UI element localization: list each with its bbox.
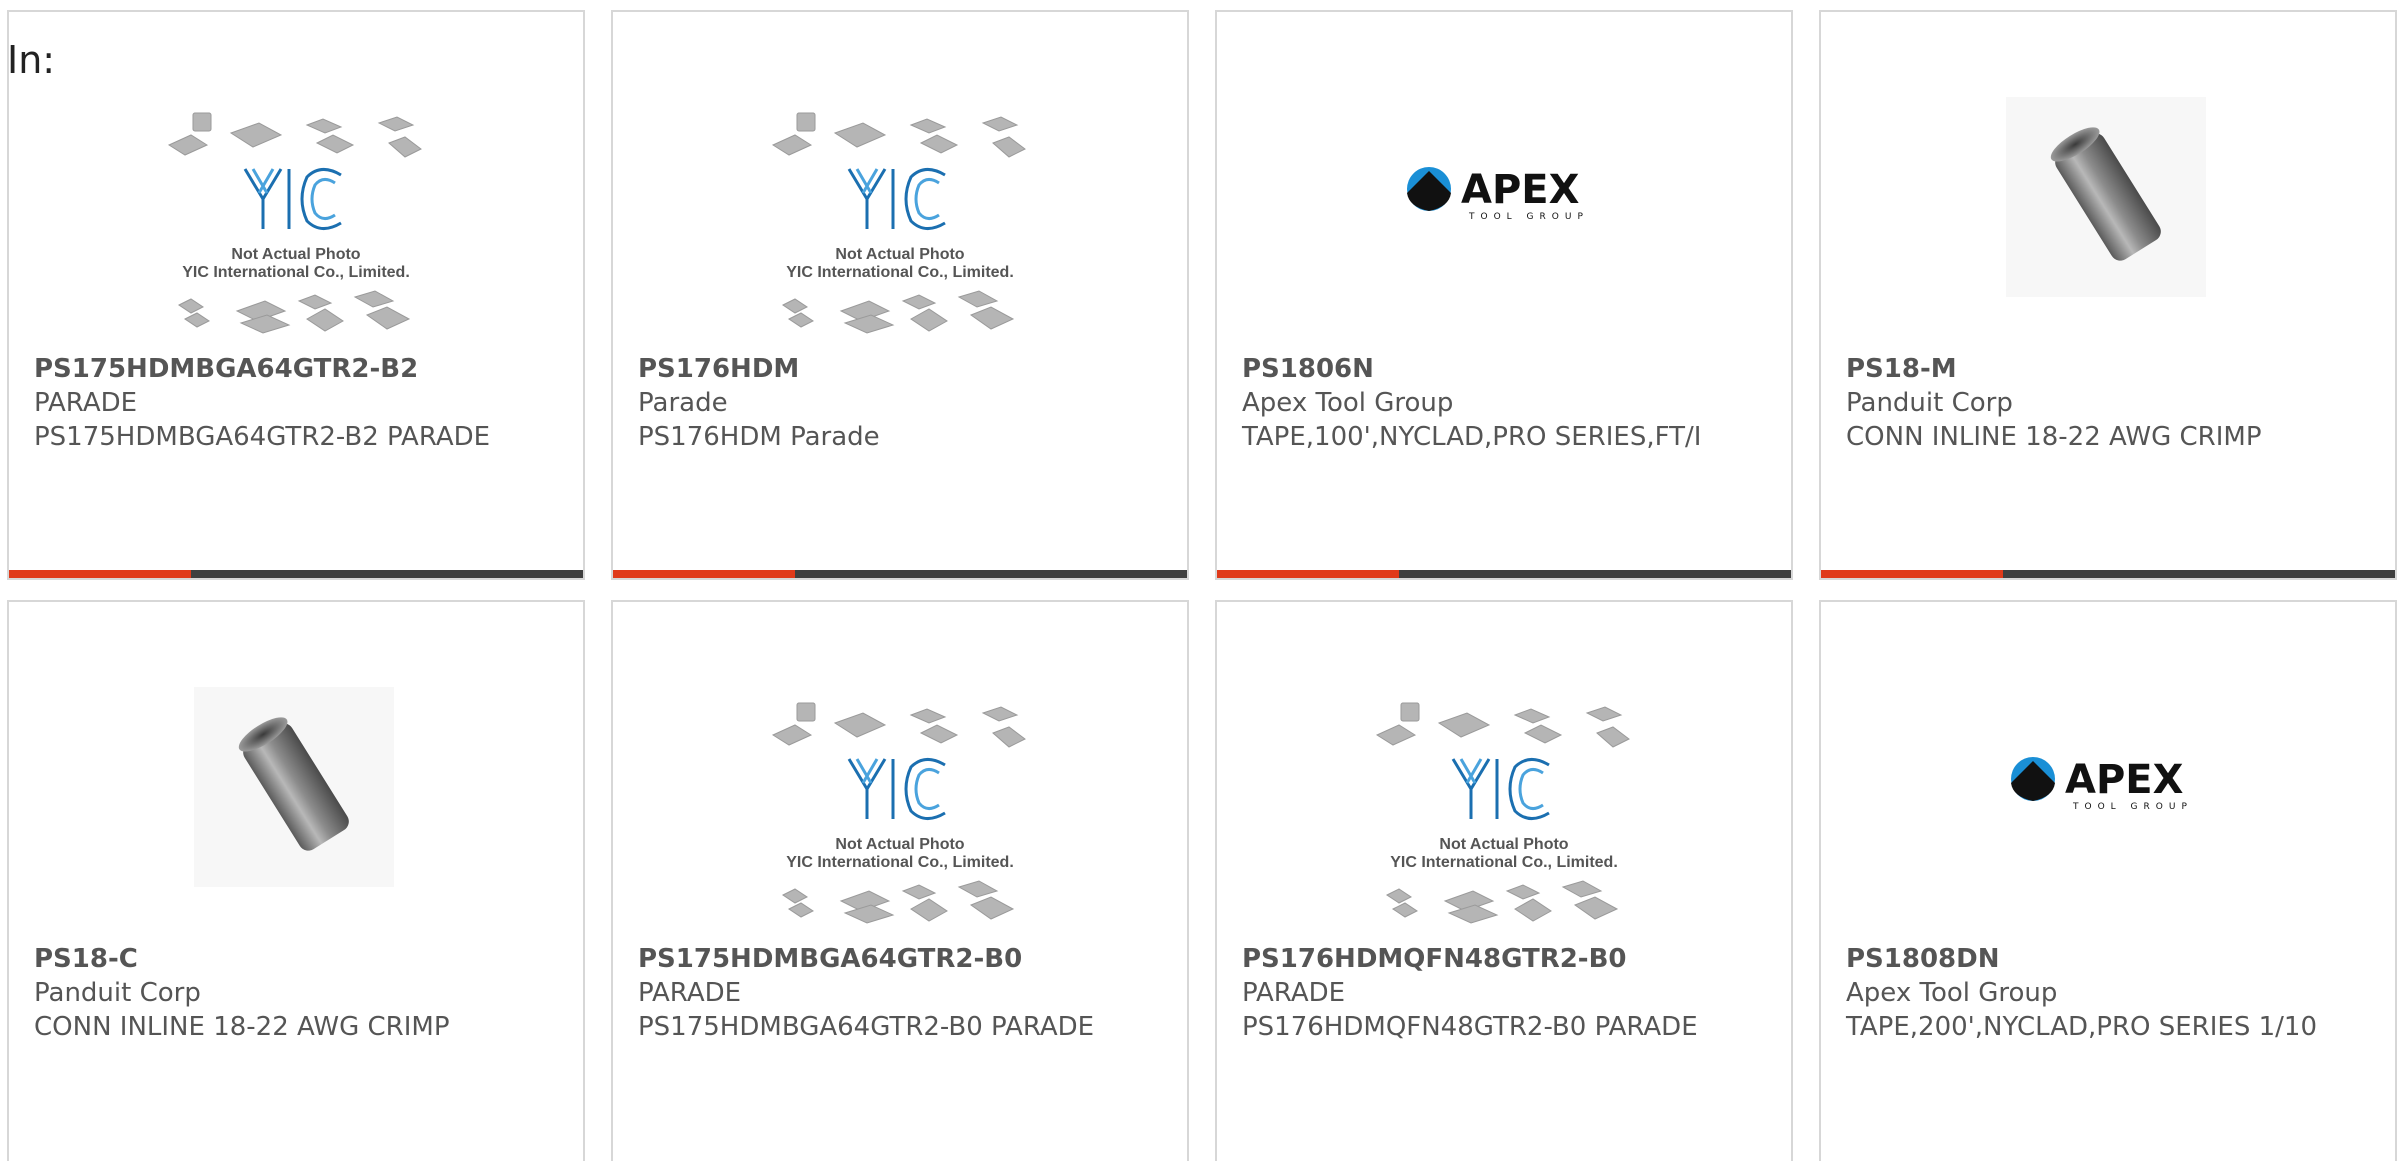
product-card[interactable]: APEX TOOL GROUP PS1806N Apex Tool Group … <box>1215 10 1793 580</box>
apex-brand: APEX <box>2065 757 2184 803</box>
product-info: PS18-M Panduit Corp CONN INLINE 18-22 AW… <box>1846 352 2386 454</box>
accent-bar <box>9 570 191 578</box>
product-info: PS175HDMBGA64GTR2-B2 PARADE PS175HDMBGA6… <box>34 352 574 454</box>
product-info: PS18-C Panduit Corp CONN INLINE 18-22 AW… <box>34 942 574 1044</box>
product-image-yic-placeholder: Not Actual Photo YIC International Co., … <box>613 687 1187 942</box>
part-number[interactable]: PS18-C <box>34 942 574 976</box>
product-image-apex-logo: APEX TOOL GROUP <box>1217 97 1791 352</box>
manufacturer: Apex Tool Group <box>1242 388 1454 418</box>
card-footer-bar <box>1821 570 2395 578</box>
placeholder-line2: YIC International Co., Limited. <box>786 264 1014 281</box>
part-number[interactable]: PS175HDMBGA64GTR2-B0 <box>638 942 1178 976</box>
part-number[interactable]: PS1806N <box>1242 352 1782 386</box>
product-image-apex-logo: APEX TOOL GROUP <box>1821 687 2395 942</box>
product-card[interactable]: PS18-C Panduit Corp CONN INLINE 18-22 AW… <box>7 600 585 1161</box>
product-card[interactable]: Not Actual Photo YIC International Co., … <box>611 600 1189 1161</box>
part-number[interactable]: PS18-M <box>1846 352 2386 386</box>
description: CONN INLINE 18-22 AWG CRIMP <box>34 1012 450 1042</box>
part-number[interactable]: PS176HDM <box>638 352 1178 386</box>
apex-sub: TOOL GROUP <box>2072 802 2193 812</box>
placeholder-line2: YIC International Co., Limited. <box>1390 854 1618 871</box>
part-number[interactable]: PS175HDMBGA64GTR2-B2 <box>34 352 574 386</box>
manufacturer: Apex Tool Group <box>1846 978 2058 1008</box>
product-info: PS176HDMQFN48GTR2-B0 PARADE PS176HDMQFN4… <box>1242 942 1782 1044</box>
manufacturer: PARADE <box>638 978 742 1008</box>
description: PS176HDMQFN48GTR2-B0 PARADE <box>1242 1012 1698 1042</box>
accent-bar <box>613 570 795 578</box>
description: TAPE,200',NYCLAD,PRO SERIES 1/10 <box>1846 1012 2317 1042</box>
in-label: In: <box>7 38 56 82</box>
product-image-metal-sleeve <box>1821 97 2395 352</box>
placeholder-line1: Not Actual Photo <box>835 836 964 853</box>
placeholder-line2: YIC International Co., Limited. <box>182 264 410 281</box>
accent-bar <box>1217 570 1399 578</box>
product-grid-page: In: Not Actual Photo YIC International C… <box>0 0 2400 1161</box>
placeholder-line1: Not Actual Photo <box>835 246 964 263</box>
description: CONN INLINE 18-22 AWG CRIMP <box>1846 422 2262 452</box>
product-info: PS175HDMBGA64GTR2-B0 PARADE PS175HDMBGA6… <box>638 942 1178 1044</box>
product-card[interactable]: Not Actual Photo YIC International Co., … <box>1215 600 1793 1161</box>
manufacturer: PARADE <box>1242 978 1346 1008</box>
product-card[interactable]: PS18-M Panduit Corp CONN INLINE 18-22 AW… <box>1819 10 2397 580</box>
product-card[interactable]: APEX TOOL GROUP PS1808DN Apex Tool Group… <box>1819 600 2397 1161</box>
placeholder-line1: Not Actual Photo <box>1439 836 1568 853</box>
accent-bar <box>1821 570 2003 578</box>
part-number[interactable]: PS176HDMQFN48GTR2-B0 <box>1242 942 1782 976</box>
product-card[interactable]: Not Actual Photo YIC International Co., … <box>7 10 585 580</box>
manufacturer: Panduit Corp <box>1846 388 2013 418</box>
manufacturer: Panduit Corp <box>34 978 201 1008</box>
card-footer-bar <box>1217 570 1791 578</box>
placeholder-line2: YIC International Co., Limited. <box>786 854 1014 871</box>
product-info: PS176HDM Parade PS176HDM Parade <box>638 352 1178 454</box>
product-info: PS1808DN Apex Tool Group TAPE,200',NYCLA… <box>1846 942 2386 1044</box>
manufacturer: Parade <box>638 388 728 418</box>
product-image-yic-placeholder: Not Actual Photo YIC International Co., … <box>1217 687 1791 942</box>
placeholder-line1: Not Actual Photo <box>231 246 360 263</box>
description: PS175HDMBGA64GTR2-B0 PARADE <box>638 1012 1095 1042</box>
apex-sub: TOOL GROUP <box>1468 212 1589 222</box>
card-footer-bar <box>9 570 583 578</box>
description: PS176HDM Parade <box>638 422 880 452</box>
apex-brand: APEX <box>1461 167 1580 213</box>
description: TAPE,100',NYCLAD,PRO SERIES,FT/I <box>1242 422 1702 452</box>
product-image-metal-sleeve <box>9 687 583 942</box>
product-card[interactable]: Not Actual Photo YIC International Co., … <box>611 10 1189 580</box>
manufacturer: PARADE <box>34 388 138 418</box>
part-number[interactable]: PS1808DN <box>1846 942 2386 976</box>
card-footer-bar <box>613 570 1187 578</box>
description: PS175HDMBGA64GTR2-B2 PARADE <box>34 422 491 452</box>
product-info: PS1806N Apex Tool Group TAPE,100',NYCLAD… <box>1242 352 1782 454</box>
product-image-yic-placeholder: Not Actual Photo YIC International Co., … <box>613 97 1187 352</box>
product-image-yic-placeholder: Not Actual Photo YIC International Co., … <box>9 97 583 352</box>
